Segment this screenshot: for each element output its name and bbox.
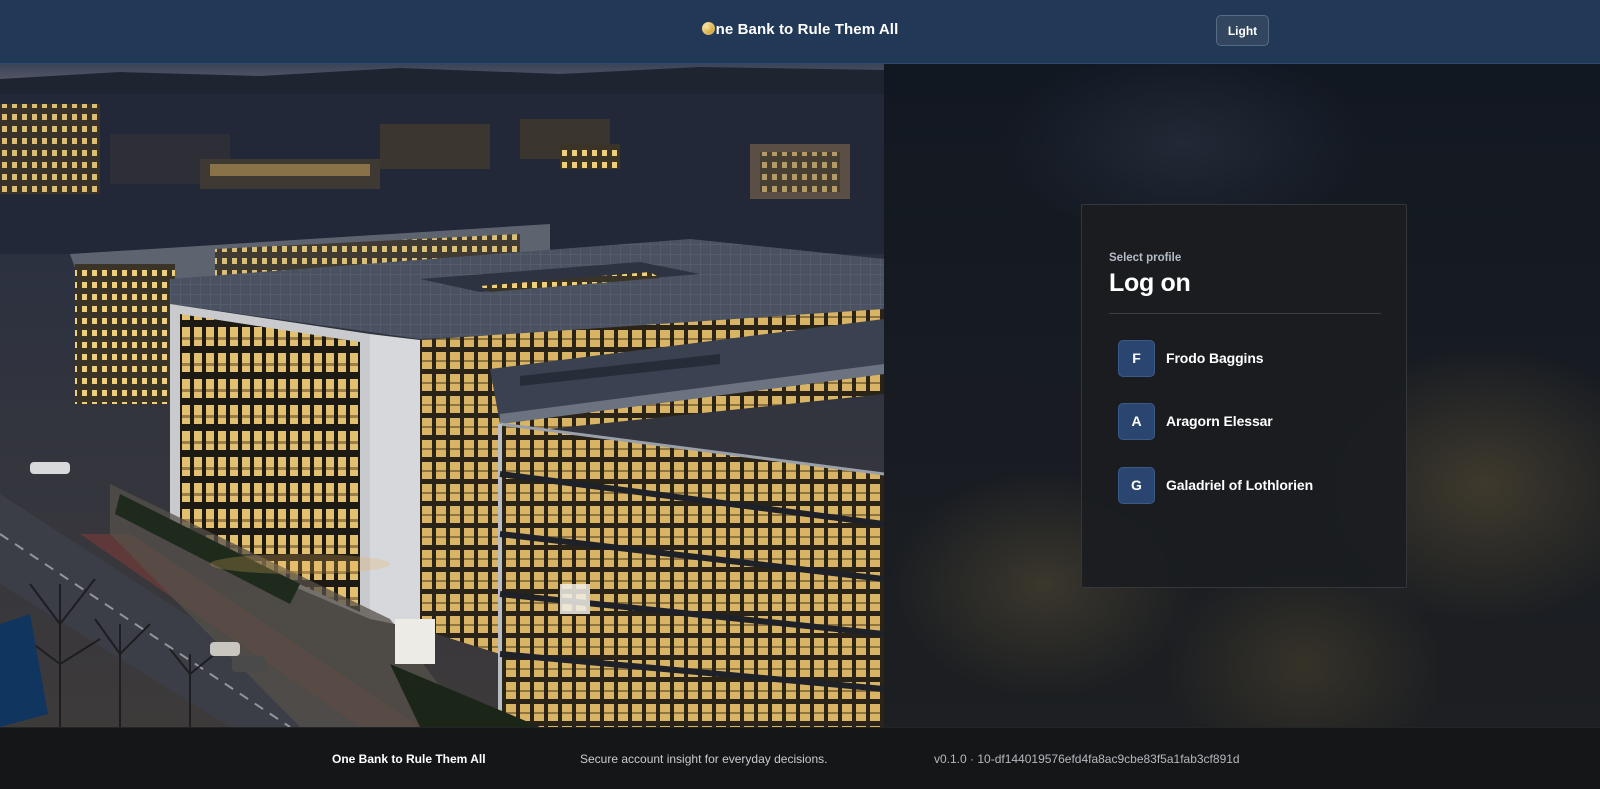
footer-tagline: Secure account insight for everyday deci… — [580, 752, 828, 766]
login-card: Select profile Log on F Frodo Baggins A … — [1081, 204, 1407, 588]
footer: One Bank to Rule Them All Secure account… — [0, 727, 1600, 789]
app-title: ne Bank to Rule Them All — [0, 21, 1600, 38]
profile-name: Frodo Baggins — [1166, 350, 1264, 366]
avatar: F — [1118, 339, 1155, 377]
profile-option-galadriel[interactable]: G Galadriel of Lothlorien — [1118, 466, 1378, 504]
profile-name: Aragorn Elessar — [1166, 413, 1273, 429]
login-eyebrow: Select profile — [1109, 252, 1182, 264]
gold-ring-icon — [701, 22, 715, 35]
office-campus-illustration — [0, 64, 884, 727]
hero-image — [0, 64, 884, 727]
footer-version: v0.1.0 · 10-df144019576efd4fa8ac9cbe83f5… — [934, 752, 1240, 766]
profile-name: Galadriel of Lothlorien — [1166, 477, 1314, 493]
profile-option-frodo[interactable]: F Frodo Baggins — [1118, 339, 1378, 377]
theme-toggle-button[interactable]: Light — [1216, 15, 1269, 46]
avatar: G — [1118, 466, 1155, 504]
footer-brand: One Bank to Rule Them All — [332, 752, 486, 766]
avatar: A — [1118, 402, 1155, 440]
divider — [1109, 313, 1381, 314]
app-title-text: ne Bank to Rule Them All — [715, 21, 899, 38]
profile-option-aragorn[interactable]: A Aragorn Elessar — [1118, 402, 1378, 440]
top-bar: ne Bank to Rule Them All Light — [0, 0, 1600, 64]
login-title: Log on — [1109, 269, 1191, 297]
